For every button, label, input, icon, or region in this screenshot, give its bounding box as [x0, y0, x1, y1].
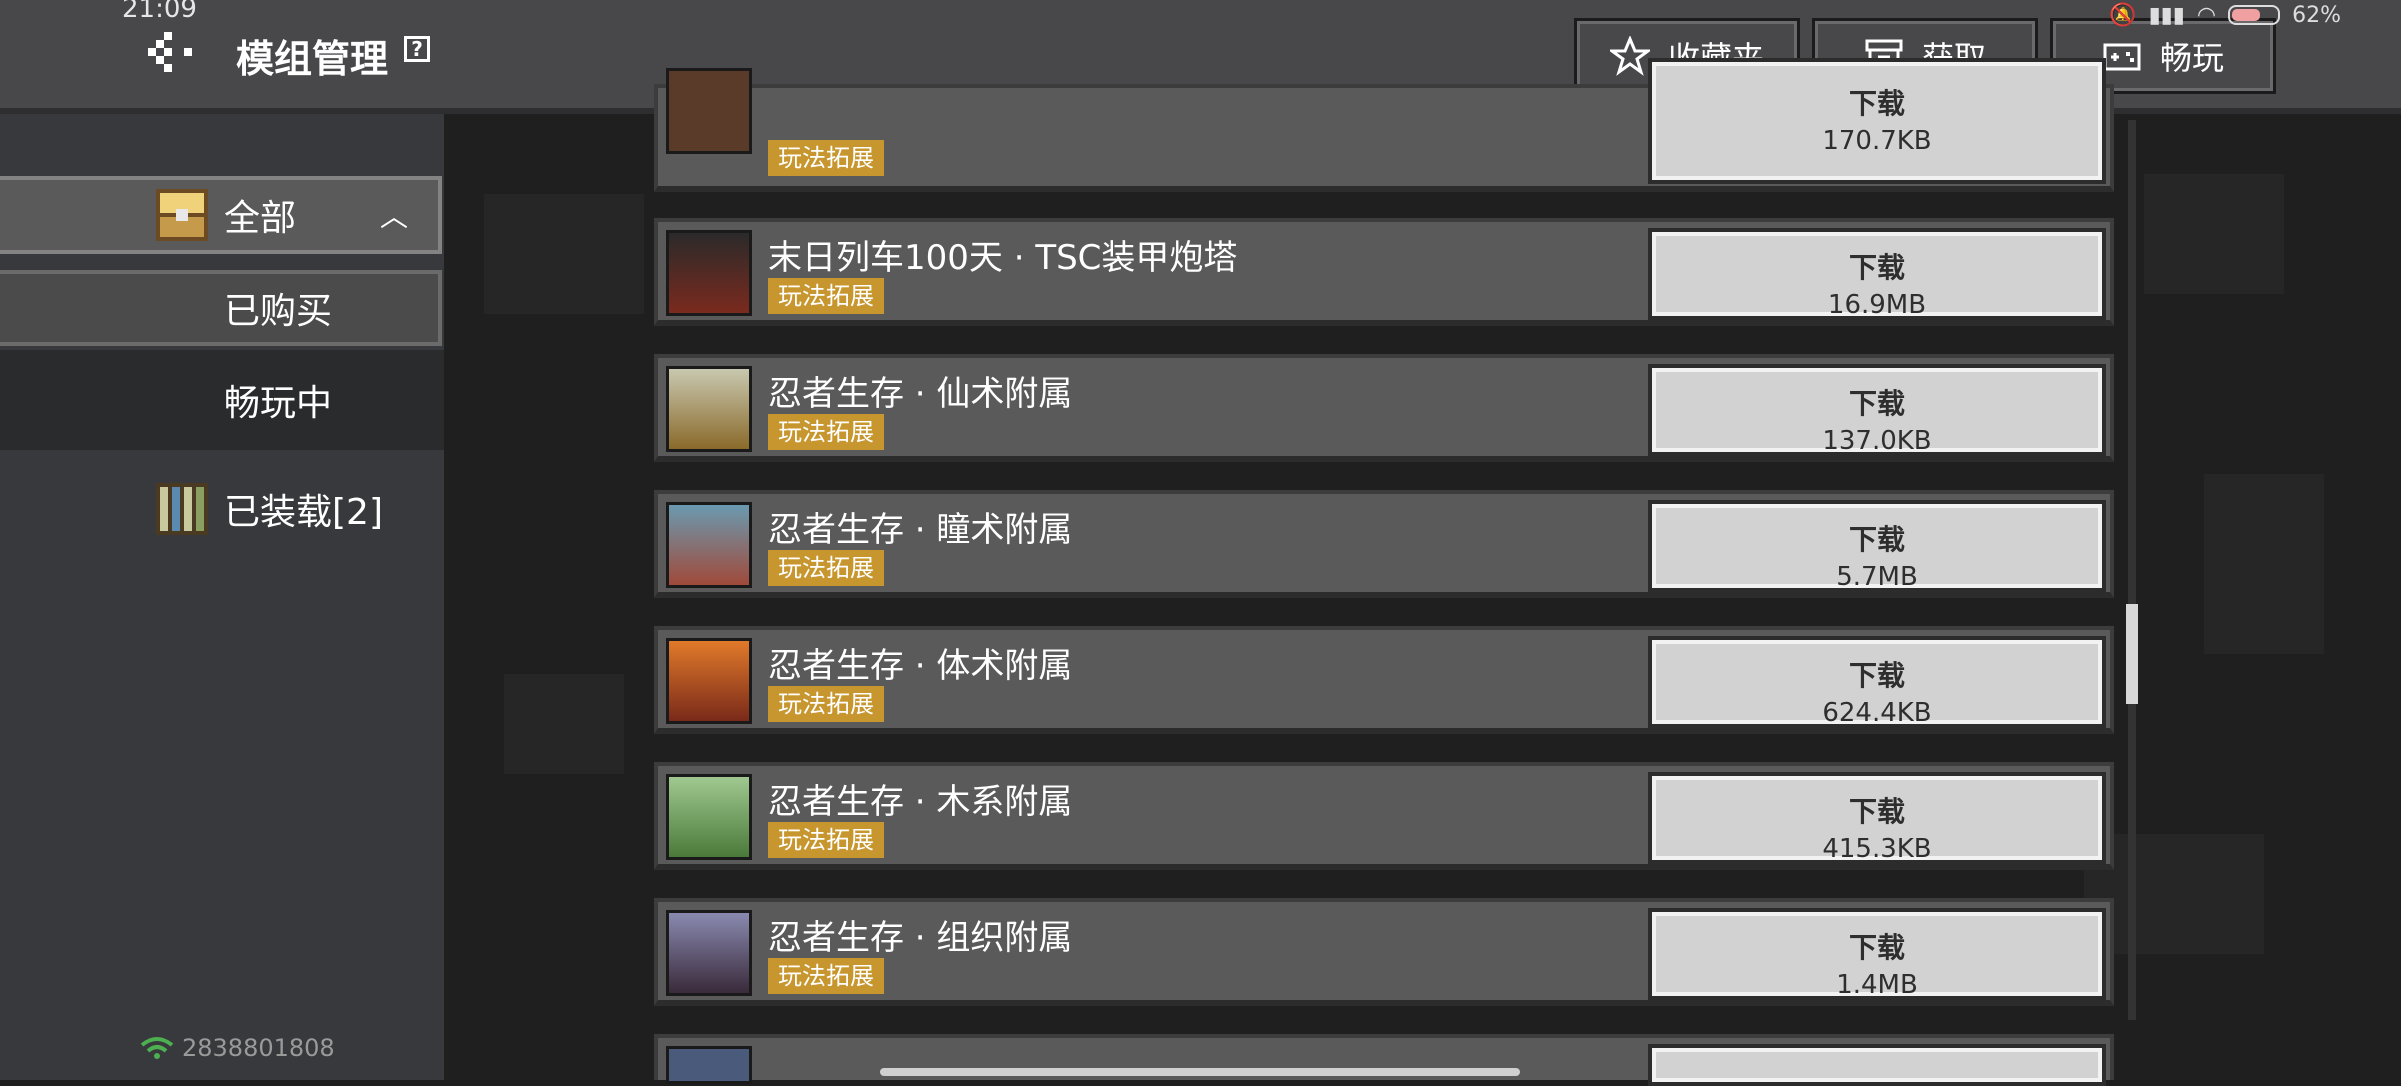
mod-thumbnail [666, 502, 752, 588]
category-tag: 玩法拓展 [768, 550, 884, 586]
file-size: 5.7MB [1836, 562, 1918, 592]
download-button[interactable]: 下载 415.3KB [1648, 772, 2106, 864]
download-label: 下载 [1848, 931, 1905, 964]
mod-title: 忍者生存 · 木系附属 [768, 782, 1073, 822]
download-button[interactable]: 下载 137.0KB [1648, 364, 2106, 456]
status-icons: 🔕 ▮▮▮ ◠ 62% [2109, 0, 2341, 30]
battery-level: 62% [2292, 2, 2341, 28]
download-button[interactable]: 下载 624.4KB [1648, 636, 2106, 728]
download-button[interactable]: 下载 16.9MB [1648, 228, 2106, 320]
download-label: 下载 [1848, 87, 1905, 120]
mod-thumbnail [666, 68, 752, 154]
sidebar-item-label: 已购买 [224, 291, 333, 332]
download-button[interactable]: 下载 5.7MB [1648, 500, 2106, 592]
category-tag: 玩法拓展 [768, 278, 884, 314]
signal-icon: ▮▮▮ [2148, 2, 2185, 28]
file-size: 16.9MB [1827, 290, 1927, 320]
page-title: 模组管理 [236, 37, 389, 81]
category-tag: 玩法拓展 [768, 686, 884, 722]
bookshelf-icon [156, 483, 208, 535]
back-arrow-icon[interactable] [148, 32, 196, 72]
list-item[interactable]: 玩法拓展 下载 170.7KB [654, 58, 2114, 192]
category-tag: 玩法拓展 [768, 140, 884, 176]
download-button[interactable]: 下载 170.7KB [1648, 58, 2106, 184]
battery-icon [2228, 5, 2281, 25]
bell-off-icon: 🔕 [2109, 2, 2137, 28]
network-id: 2838801808 [182, 1034, 335, 1062]
mod-title: 忍者生存 · 组织附属 [768, 918, 1073, 958]
file-size: 415.3KB [1822, 834, 1932, 864]
file-size: 170.7KB [1822, 126, 1932, 156]
download-label: 下载 [1848, 659, 1905, 692]
file-size: 137.0KB [1822, 426, 1932, 456]
download-label: 下载 [1848, 795, 1905, 828]
list-item[interactable]: 忍者生存 · 木系附属 玩法拓展 下载 415.3KB [654, 762, 2114, 870]
star-icon [1609, 36, 1650, 76]
category-tag: 玩法拓展 [768, 822, 884, 858]
help-icon[interactable]: ? [404, 36, 430, 62]
gamepad-icon [2103, 43, 2141, 71]
mod-thumbnail [666, 1046, 752, 1084]
play-label: 畅玩 [2159, 39, 2224, 77]
mod-thumbnail [666, 910, 752, 996]
mod-title: 忍者生存 · 体术附属 [768, 646, 1073, 686]
list-item[interactable]: 末日列车100天 · TSC装甲炮塔 玩法拓展 下载 16.9MB [654, 218, 2114, 326]
file-size: 624.4KB [1822, 698, 1932, 728]
wifi-icon: ◠ [2196, 2, 2217, 28]
download-label: 下载 [1848, 251, 1905, 284]
scrollbar-thumb[interactable] [2126, 604, 2138, 704]
category-tag: 玩法拓展 [768, 414, 884, 450]
file-size: 1.4MB [1836, 970, 1918, 1000]
list-item[interactable]: 忍者生存 · 仙术附属 玩法拓展 下载 137.0KB [654, 354, 2114, 462]
list-item[interactable]: 忍者生存 · 瞳术附属 玩法拓展 下载 5.7MB [654, 490, 2114, 598]
download-label: 下载 [1848, 387, 1905, 420]
mod-thumbnail [666, 774, 752, 860]
mod-thumbnail [666, 230, 752, 316]
category-tag: 玩法拓展 [768, 958, 884, 994]
wifi-icon [140, 1037, 174, 1059]
sidebar-item-installed[interactable]: 已装载[2] [0, 470, 444, 548]
list-item[interactable]: 忍者生存 · 体术附属 玩法拓展 下载 624.4KB [654, 626, 2114, 734]
status-time: 21:09 [122, 0, 197, 24]
sidebar-item-playing[interactable]: 畅玩中 [0, 350, 444, 450]
mod-title: 末日列车100天 · TSC装甲炮塔 [768, 238, 1238, 278]
list-item[interactable]: 忍者生存 · 组织附属 玩法拓展 下载 1.4MB [654, 898, 2114, 1006]
home-indicator[interactable] [880, 1068, 1520, 1076]
sidebar-item-purchased[interactable]: 已购买 [0, 270, 442, 346]
mod-thumbnail [666, 366, 752, 452]
network-status: 2838801808 [140, 1034, 335, 1062]
mod-title: 忍者生存 · 瞳术附属 [768, 510, 1073, 550]
sidebar-item-all[interactable]: 全部 ︿ [0, 176, 442, 254]
download-button[interactable]: 下载 1.4MB [1648, 908, 2106, 1000]
chest-icon [156, 189, 208, 241]
mod-thumbnail [666, 638, 752, 724]
sidebar-item-label: 已装载[2] [224, 492, 383, 533]
mod-title: 忍者生存 · 仙术附属 [768, 374, 1073, 414]
scrollbar-track[interactable] [2128, 120, 2136, 1020]
sidebar-item-label: 全部 [224, 198, 297, 239]
download-label: 下载 [1848, 523, 1905, 556]
sidebar-item-label: 畅玩中 [224, 383, 333, 424]
sidebar: 全部 ︿ 已购买 畅玩中 已装载[2] 2838801808 [0, 114, 444, 1080]
chevron-up-icon[interactable]: ︿ [380, 195, 408, 235]
